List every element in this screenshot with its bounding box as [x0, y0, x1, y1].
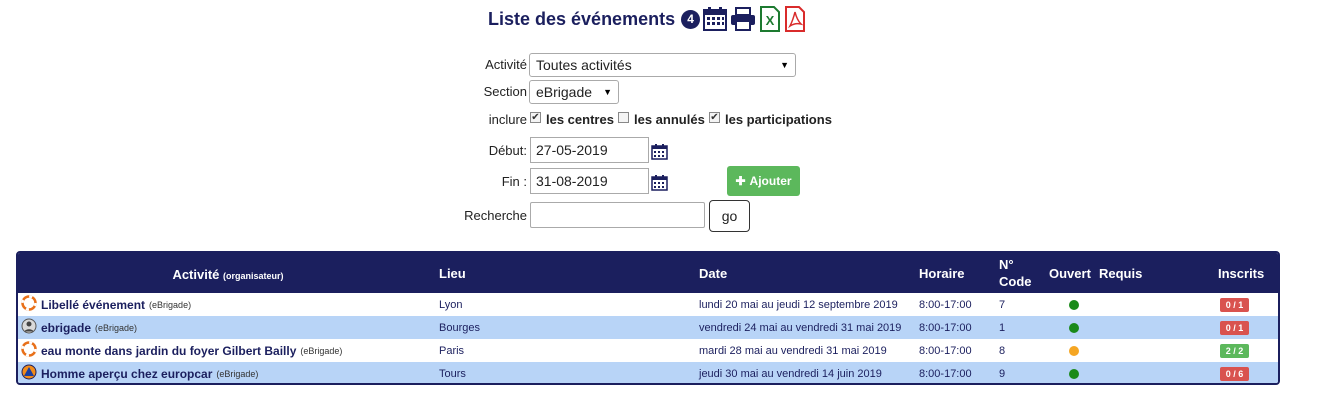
activite-select-value: Toutes activités — [536, 57, 632, 73]
excel-export-icon[interactable]: X — [759, 6, 781, 32]
annules-checkbox[interactable] — [618, 112, 629, 123]
events-table: Activité (organisateur) Lieu Date Horair… — [16, 251, 1280, 385]
calendar-icon[interactable] — [651, 143, 668, 165]
title-row: Liste des événements 4 X — [488, 5, 806, 33]
event-organizer: (eBrigade) — [300, 345, 343, 356]
header-requis: Requis — [1099, 266, 1143, 281]
lieu-cell: Lyon — [439, 298, 463, 311]
calendar-icon[interactable] — [651, 174, 668, 196]
lifebuoy-icon — [21, 341, 37, 360]
print-icon[interactable] — [730, 7, 756, 31]
debut-date-input[interactable]: 27-05-2019 — [530, 137, 649, 163]
fin-label: Fin : — [501, 174, 527, 189]
horaire-cell: 8:00-17:00 — [919, 367, 972, 380]
recherche-label: Recherche — [464, 208, 527, 223]
header-horaire[interactable]: Horaire — [919, 266, 965, 281]
lieu-cell: Bourges — [439, 321, 480, 334]
code-cell: 8 — [999, 344, 1006, 357]
ouvert-status-dot — [1069, 339, 1079, 362]
horaire-cell: 8:00-17:00 — [919, 298, 972, 311]
add-event-button[interactable]: ✚ Ajouter — [727, 166, 800, 196]
activite-cell[interactable]: ebrigade (eBrigade) — [21, 316, 137, 339]
event-organizer: (eBrigade) — [216, 368, 259, 379]
header-code[interactable]: N° Code — [999, 256, 1037, 290]
date-cell: mardi 28 mai au vendredi 31 mai 2019 — [699, 344, 887, 357]
inscrits-badge: 0 / 1 — [1220, 316, 1249, 339]
date-cell: lundi 20 mai au jeudi 12 septembre 2019 — [699, 298, 898, 311]
activite-select[interactable]: Toutes activités ▼ — [529, 53, 796, 77]
participations-checkbox[interactable]: ✔ — [709, 112, 720, 123]
header-activite-label: Activité — [172, 267, 220, 282]
chevron-down-icon: ▼ — [780, 60, 789, 70]
debut-label: Début: — [488, 143, 527, 158]
section-select[interactable]: eBrigade ▼ — [529, 80, 619, 104]
date-cell: vendredi 24 mai au vendredi 31 mai 2019 — [699, 321, 902, 334]
section-label: Section — [483, 84, 527, 99]
ouvert-status-dot — [1069, 293, 1079, 316]
lieu-cell: Tours — [439, 367, 466, 380]
inscrits-badge: 2 / 2 — [1220, 339, 1249, 362]
event-name[interactable]: Libellé événement — [41, 298, 145, 312]
event-organizer: (eBrigade) — [95, 322, 138, 333]
activite-cell[interactable]: eau monte dans jardin du foyer Gilbert B… — [21, 339, 342, 362]
civil-protection-icon — [21, 364, 37, 383]
event-name[interactable]: Homme aperçu chez europcar — [41, 367, 212, 381]
add-event-button-label: Ajouter — [749, 174, 792, 188]
pdf-export-icon[interactable] — [784, 6, 806, 32]
activite-label: Activité — [485, 57, 527, 72]
code-cell: 9 — [999, 367, 1006, 380]
centres-checkbox-label: les centres — [546, 112, 614, 127]
inclure-label: inclure — [488, 112, 527, 127]
activite-cell[interactable]: Homme aperçu chez europcar (eBrigade) — [21, 362, 259, 383]
section-select-value: eBrigade — [536, 84, 593, 100]
horaire-cell: 8:00-17:00 — [919, 344, 972, 357]
ouvert-status-dot — [1069, 362, 1079, 383]
rescuer-icon — [21, 318, 37, 337]
event-name[interactable]: ebrigade — [41, 321, 91, 335]
table-header: Activité (organisateur) Lieu Date Horair… — [18, 253, 1278, 293]
participations-checkbox-label: les participations — [725, 112, 832, 127]
code-cell: 7 — [999, 298, 1006, 311]
chevron-down-icon: ▼ — [603, 87, 612, 97]
table-row[interactable]: Libellé événement (eBrigade) Lyon lundi … — [18, 293, 1278, 316]
header-lieu[interactable]: Lieu — [439, 266, 466, 281]
date-cell: jeudi 30 mai au vendredi 14 juin 2019 — [699, 367, 882, 380]
activite-cell[interactable]: Libellé événement (eBrigade) — [21, 293, 191, 316]
inscrits-badge: 0 / 1 — [1220, 293, 1249, 316]
header-activite-sub: (organisateur) — [223, 271, 284, 281]
horaire-cell: 8:00-17:00 — [919, 321, 972, 334]
plus-icon: ✚ — [735, 174, 746, 188]
table-row[interactable]: Homme aperçu chez europcar (eBrigade) To… — [18, 362, 1278, 383]
header-activite[interactable]: Activité (organisateur) — [18, 267, 438, 282]
event-count-badge: 4 — [681, 9, 701, 29]
search-input[interactable] — [530, 202, 705, 228]
ouvert-status-dot — [1069, 316, 1079, 339]
svg-text:X: X — [766, 13, 775, 28]
calendar-export-icon[interactable] — [703, 6, 728, 32]
event-organizer: (eBrigade) — [149, 299, 192, 310]
go-button[interactable]: go — [709, 200, 750, 232]
event-name[interactable]: eau monte dans jardin du foyer Gilbert B… — [41, 344, 296, 358]
table-row[interactable]: eau monte dans jardin du foyer Gilbert B… — [18, 339, 1278, 362]
lifebuoy-icon — [21, 295, 37, 314]
header-inscrits: Inscrits — [1218, 266, 1265, 281]
page-title: Liste des événements — [488, 8, 676, 29]
fin-date-input[interactable]: 31-08-2019 — [530, 168, 649, 194]
centres-checkbox[interactable]: ✔ — [530, 112, 541, 123]
inscrits-badge: 0 / 6 — [1220, 362, 1249, 383]
table-row[interactable]: ebrigade (eBrigade) Bourges vendredi 24 … — [18, 316, 1278, 339]
lieu-cell: Paris — [439, 344, 465, 357]
header-ouvert: Ouvert — [1049, 266, 1091, 281]
header-date[interactable]: Date — [699, 266, 727, 281]
annules-checkbox-label: les annulés — [634, 112, 705, 127]
code-cell: 1 — [999, 321, 1006, 334]
